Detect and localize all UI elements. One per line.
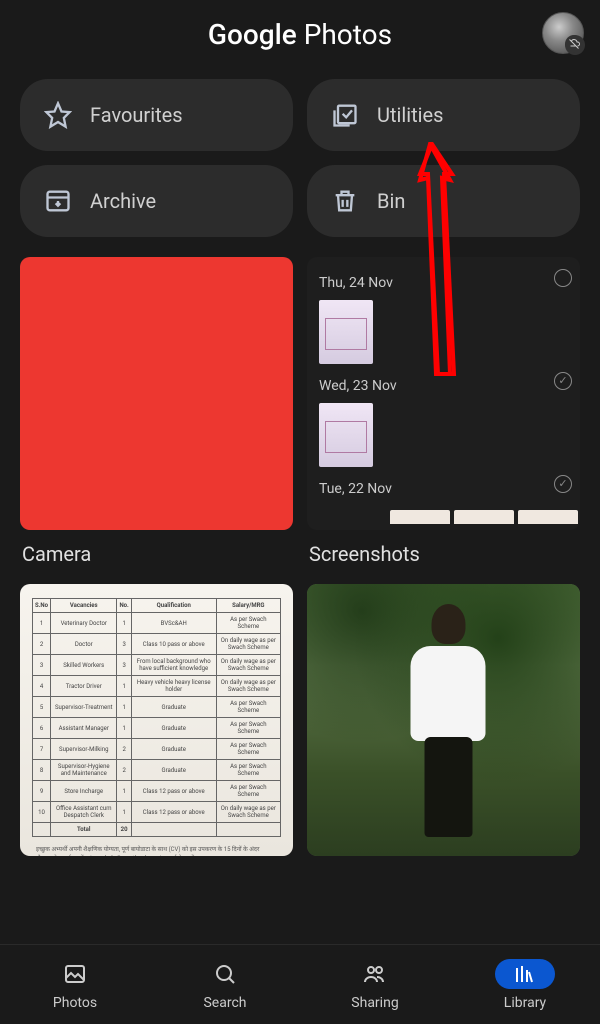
screenshot-row: [307, 403, 580, 471]
screenshot-date: Wed, 23 Nov: [319, 378, 397, 394]
check-square-icon: [331, 101, 359, 129]
cloud-off-icon: [565, 35, 583, 53]
screenshot-row: [307, 300, 580, 368]
avatar[interactable]: [542, 12, 584, 54]
bin-button[interactable]: Bin: [307, 165, 580, 237]
screenshot-row: Thu, 24 Nov: [307, 265, 580, 300]
quick-actions: Favourites Utilities Archive Bin: [0, 79, 600, 237]
screenshot-date: Tue, 22 Nov: [319, 481, 392, 497]
utilities-button[interactable]: Utilities: [307, 79, 580, 151]
nav-library-label: Library: [504, 995, 546, 1011]
screenshot-row: Wed, 23 Nov: [307, 368, 580, 403]
nav-sharing[interactable]: Sharing: [300, 945, 450, 1024]
bin-label: Bin: [377, 189, 405, 213]
archive-icon: [44, 187, 72, 215]
nav-library[interactable]: Library: [450, 945, 600, 1024]
screenshots-label: Screenshots: [307, 542, 580, 566]
screenshot-thumb: [390, 510, 450, 524]
screenshot-row: [307, 506, 580, 522]
screenshot-row: Tue, 22 Nov: [307, 471, 580, 506]
screenshot-thumb: [319, 300, 373, 364]
page-title: Google Photos: [208, 18, 392, 51]
select-radio: [554, 269, 572, 287]
albums-row: Camera Thu, 24 Nov Wed, 23 Nov Tue, 22 N…: [0, 257, 600, 566]
favourites-button[interactable]: Favourites: [20, 79, 293, 151]
screenshot-thumb: [518, 510, 578, 524]
album-screenshots[interactable]: Thu, 24 Nov Wed, 23 Nov Tue, 22 Nov: [307, 257, 580, 566]
bottom-nav: Photos Search Sharing Library: [0, 944, 600, 1024]
select-check-icon: [554, 475, 572, 493]
brand-google: Google: [208, 18, 297, 51]
document-table: S.NoVacanciesNo.QualificationSalary/MRG …: [32, 598, 281, 837]
trash-icon: [331, 187, 359, 215]
photo-person[interactable]: [307, 584, 580, 856]
library-icon: [513, 962, 537, 986]
nav-search-label: Search: [203, 995, 246, 1011]
nav-search[interactable]: Search: [150, 945, 300, 1024]
album-camera[interactable]: Camera: [20, 257, 293, 566]
screenshot-thumb: [319, 403, 373, 467]
photo-row: S.NoVacanciesNo.QualificationSalary/MRG …: [0, 584, 600, 856]
favourites-label: Favourites: [90, 103, 183, 127]
screenshots-preview: Thu, 24 Nov Wed, 23 Nov Tue, 22 Nov: [307, 257, 580, 530]
document-footnote: इच्छुक अभ्यर्थी अपनी शैक्षणिक योग्यता, प…: [32, 845, 281, 856]
screenshot-date: Thu, 24 Nov: [319, 275, 393, 291]
people-icon: [363, 962, 387, 986]
app-header: Google Photos: [0, 0, 600, 79]
archive-label: Archive: [90, 189, 156, 213]
camera-label: Camera: [20, 542, 293, 566]
utilities-label: Utilities: [377, 103, 443, 127]
star-icon: [44, 101, 72, 129]
brand-photos: Photos: [304, 18, 392, 51]
archive-button[interactable]: Archive: [20, 165, 293, 237]
camera-preview: [20, 257, 293, 530]
person-figure: [403, 604, 493, 834]
photo-icon: [63, 962, 87, 986]
nav-photos[interactable]: Photos: [0, 945, 150, 1024]
photo-document[interactable]: S.NoVacanciesNo.QualificationSalary/MRG …: [20, 584, 293, 856]
nav-sharing-label: Sharing: [351, 995, 398, 1011]
screenshot-thumb: [454, 510, 514, 524]
search-icon: [213, 962, 237, 986]
select-check-icon: [554, 372, 572, 390]
nav-photos-label: Photos: [53, 995, 97, 1011]
